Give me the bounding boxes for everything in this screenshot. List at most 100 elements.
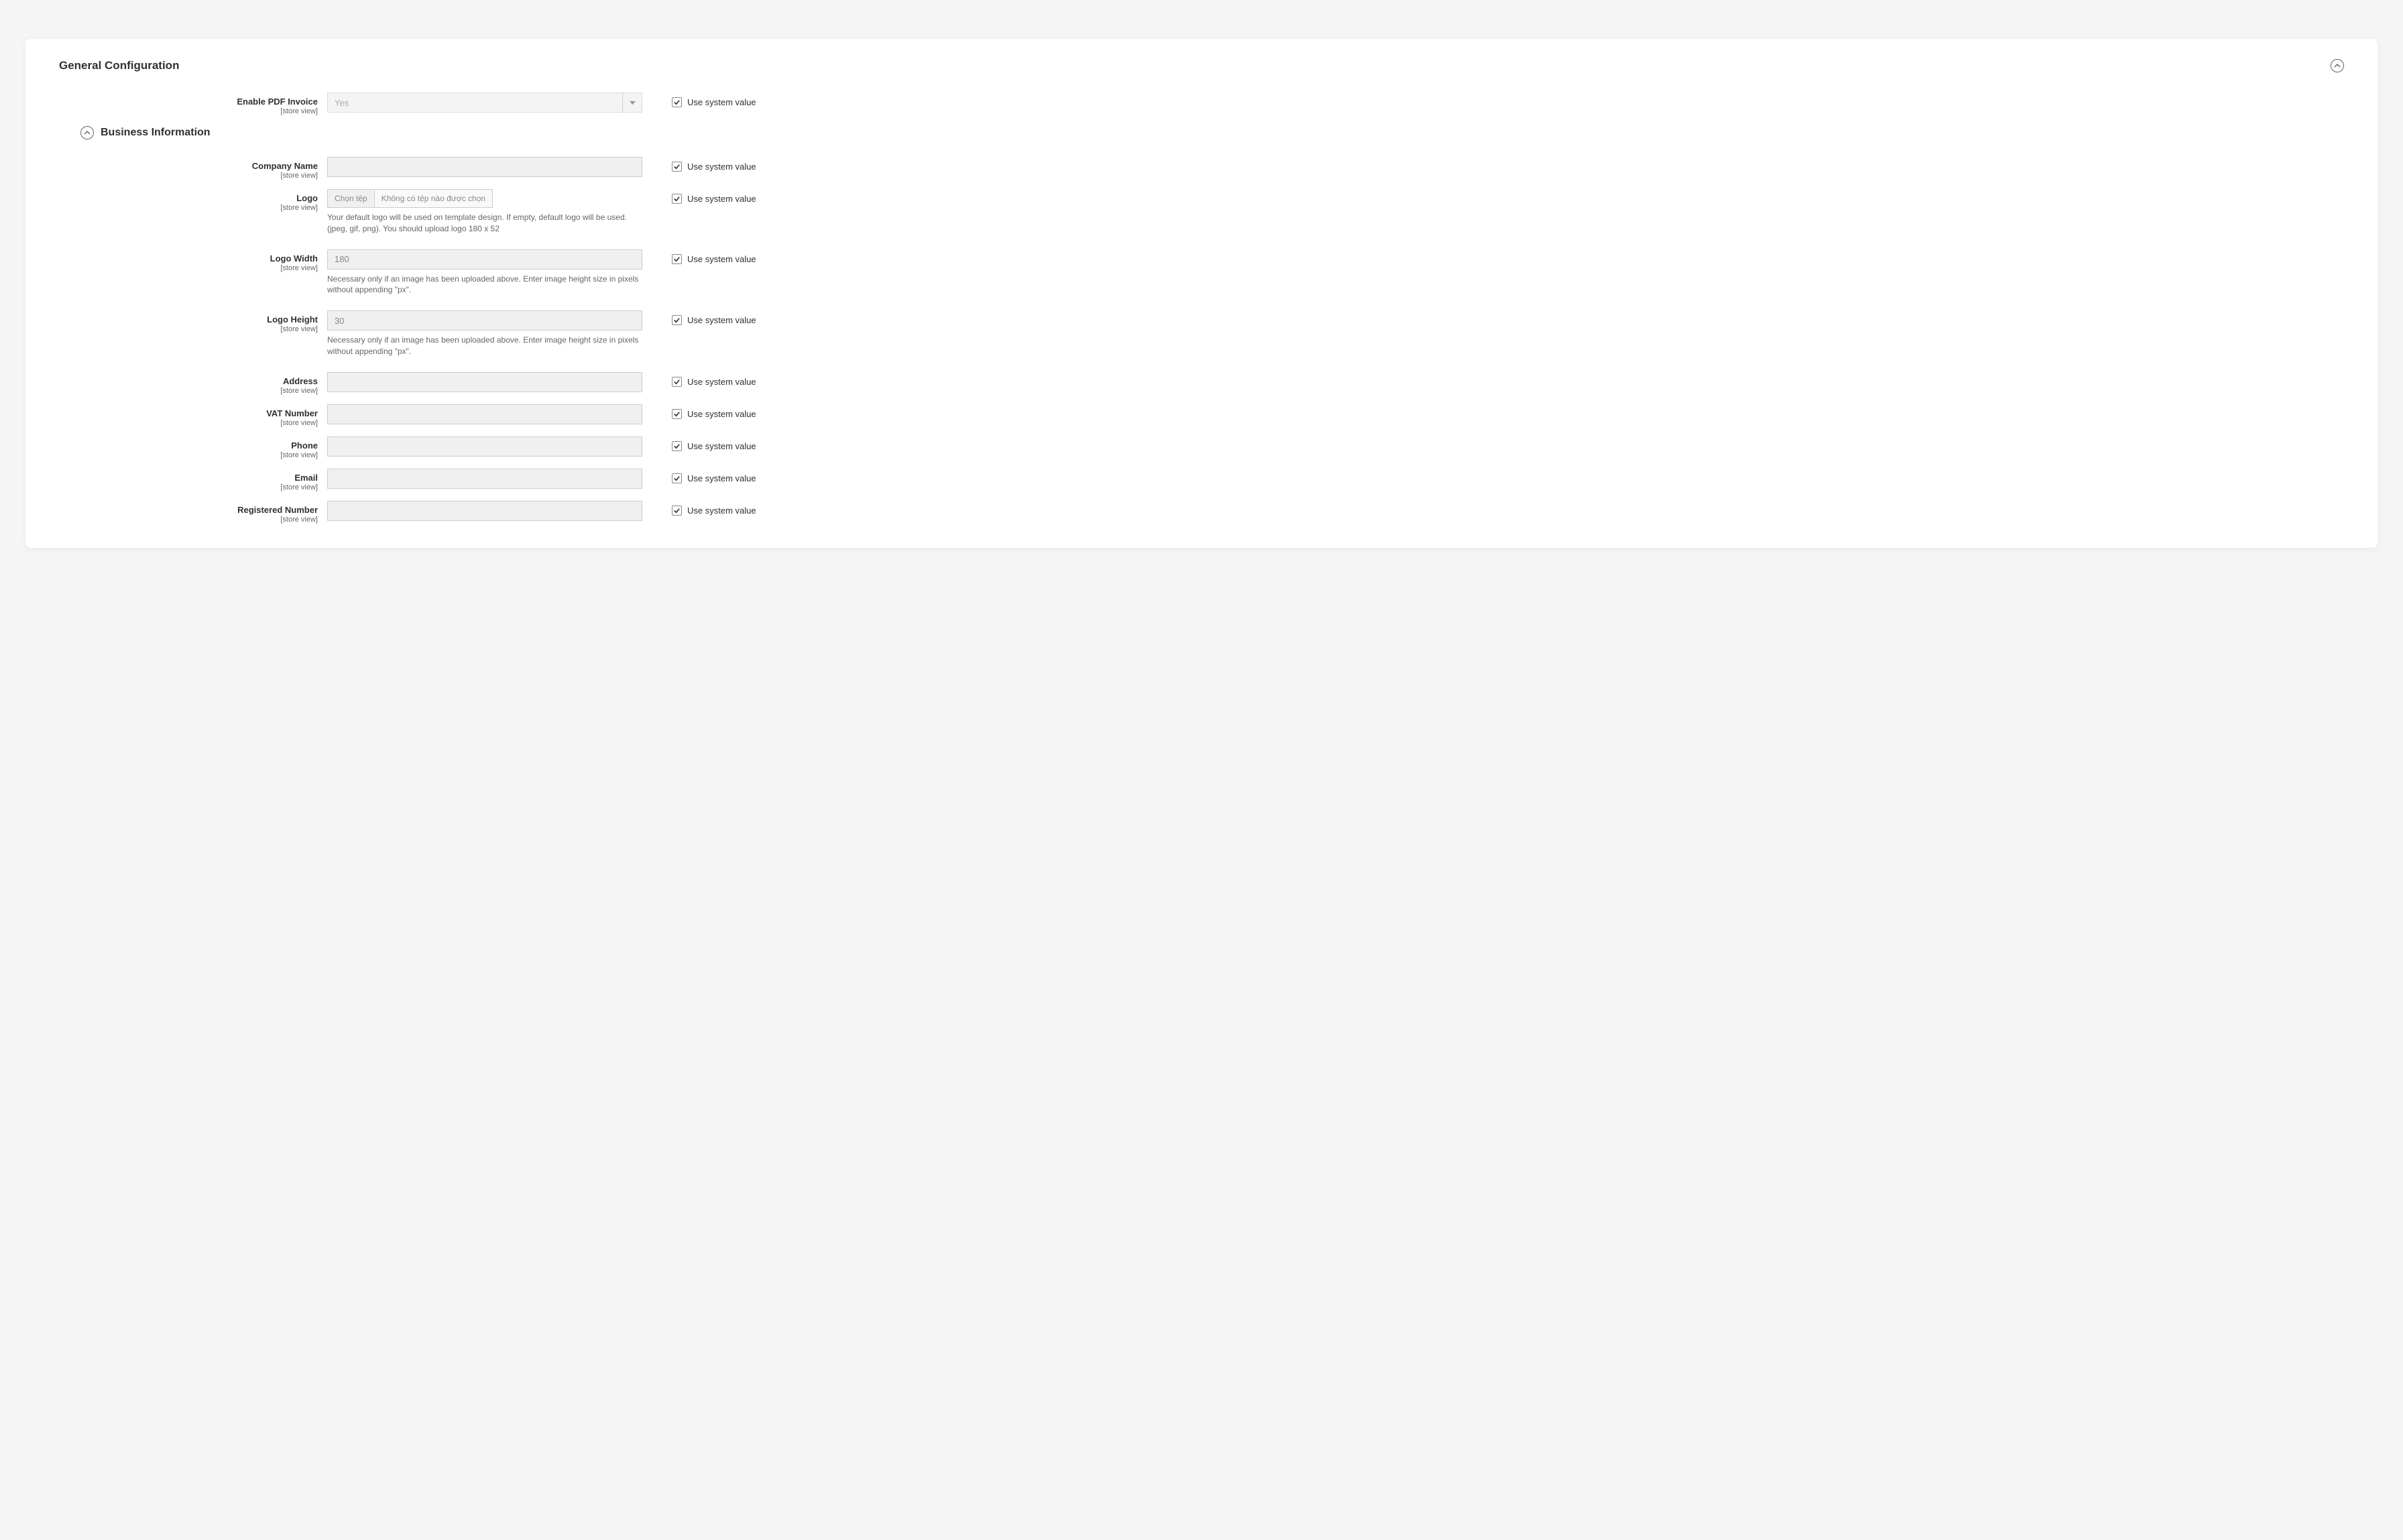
chevron-up-icon (84, 129, 91, 136)
label-col: Logo Height [store view] (59, 310, 327, 333)
control-col (327, 469, 642, 489)
panel-title: General Configuration (59, 59, 179, 72)
phone-input[interactable] (327, 436, 642, 457)
field-scope: [store view] (59, 325, 318, 333)
label-col: Registered Number [store view] (59, 501, 327, 524)
check-icon (673, 442, 681, 450)
use-system-label: Use system value (687, 473, 756, 483)
use-system-label: Use system value (687, 162, 756, 172)
panel-header: General Configuration (59, 59, 2344, 72)
file-status-text: Không có tệp nào được chọn (375, 194, 492, 203)
label-col: Logo Width [store view] (59, 249, 327, 272)
use-system-label: Use system value (687, 506, 756, 516)
system-col: Use system value (642, 249, 756, 264)
use-system-label: Use system value (687, 315, 756, 325)
field-scope: [store view] (59, 264, 318, 272)
use-system-checkbox[interactable] (672, 254, 682, 264)
label-col: Phone [store view] (59, 436, 327, 459)
field-company-name: Company Name [store view] Use system val… (59, 157, 2344, 180)
control-col (327, 501, 642, 521)
use-system-label: Use system value (687, 194, 756, 204)
use-system-checkbox[interactable] (672, 377, 682, 387)
field-label: Phone (59, 440, 318, 451)
control-col: Yes (327, 93, 642, 113)
system-col: Use system value (642, 469, 756, 483)
address-input[interactable] (327, 372, 642, 392)
enable-pdf-select[interactable]: Yes (327, 93, 642, 113)
field-hint: Necessary only if an image has been uplo… (327, 274, 642, 296)
check-icon (673, 507, 681, 514)
use-system-checkbox[interactable] (672, 97, 682, 107)
label-col: Logo [store view] (59, 189, 327, 212)
field-enable-pdf-invoice: Enable PDF Invoice [store view] Yes Use … (59, 93, 2344, 115)
control-col: Chọn tệp Không có tệp nào được chọn Your… (327, 189, 642, 235)
use-system-checkbox[interactable] (672, 506, 682, 516)
field-label: Logo (59, 193, 318, 203)
field-scope: [store view] (59, 419, 318, 427)
field-scope: [store view] (59, 483, 318, 491)
use-system-checkbox[interactable] (672, 162, 682, 172)
check-icon (673, 195, 681, 202)
use-system-label: Use system value (687, 409, 756, 419)
select-wrap: Yes (327, 93, 642, 113)
control-col: Necessary only if an image has been uplo… (327, 310, 642, 357)
field-label: Logo Width (59, 253, 318, 263)
use-system-checkbox[interactable] (672, 315, 682, 325)
use-system-checkbox[interactable] (672, 409, 682, 419)
field-logo: Logo [store view] Chọn tệp Không có tệp … (59, 189, 2344, 235)
field-label: Email (59, 473, 318, 483)
registered-number-input[interactable] (327, 501, 642, 521)
system-col: Use system value (642, 157, 756, 172)
use-system-label: Use system value (687, 441, 756, 451)
field-scope: [store view] (59, 204, 318, 212)
logo-width-input[interactable] (327, 249, 642, 270)
system-col: Use system value (642, 372, 756, 387)
label-col: VAT Number [store view] (59, 404, 327, 427)
system-col: Use system value (642, 436, 756, 451)
company-name-input[interactable] (327, 157, 642, 177)
field-scope: [store view] (59, 172, 318, 180)
field-scope: [store view] (59, 451, 318, 459)
check-icon (673, 378, 681, 386)
field-label: Enable PDF Invoice (59, 97, 318, 107)
field-label: Logo Height (59, 314, 318, 324)
control-col (327, 404, 642, 424)
use-system-label: Use system value (687, 97, 756, 107)
file-picker: Chọn tệp Không có tệp nào được chọn (327, 189, 493, 208)
check-icon (673, 99, 681, 106)
field-registered-number: Registered Number [store view] Use syste… (59, 501, 2344, 524)
check-icon (673, 410, 681, 418)
label-col: Email [store view] (59, 469, 327, 491)
label-col: Company Name [store view] (59, 157, 327, 180)
control-col (327, 372, 642, 392)
field-vat-number: VAT Number [store view] Use system value (59, 404, 2344, 427)
system-col: Use system value (642, 404, 756, 419)
control-col (327, 436, 642, 457)
field-phone: Phone [store view] Use system value (59, 436, 2344, 459)
logo-height-input[interactable] (327, 310, 642, 331)
field-label: VAT Number (59, 408, 318, 418)
email-input[interactable] (327, 469, 642, 489)
file-choose-button[interactable]: Chọn tệp (328, 190, 375, 207)
check-icon (673, 316, 681, 324)
field-scope: [store view] (59, 107, 318, 115)
field-scope: [store view] (59, 387, 318, 395)
vat-number-input[interactable] (327, 404, 642, 424)
use-system-label: Use system value (687, 254, 756, 264)
system-col: Use system value (642, 189, 756, 204)
collapse-subsection-button[interactable] (80, 126, 94, 139)
collapse-panel-button[interactable] (2331, 59, 2344, 72)
field-address: Address [store view] Use system value (59, 372, 2344, 395)
system-col: Use system value (642, 310, 756, 325)
business-info-header[interactable]: Business Information (80, 126, 2344, 139)
use-system-checkbox[interactable] (672, 473, 682, 483)
control-col: Necessary only if an image has been uplo… (327, 249, 642, 296)
use-system-checkbox[interactable] (672, 441, 682, 451)
label-col: Enable PDF Invoice [store view] (59, 93, 327, 115)
field-label: Address (59, 376, 318, 386)
use-system-checkbox[interactable] (672, 194, 682, 204)
field-email: Email [store view] Use system value (59, 469, 2344, 491)
label-col: Address [store view] (59, 372, 327, 395)
field-label: Company Name (59, 161, 318, 171)
check-icon (673, 163, 681, 170)
